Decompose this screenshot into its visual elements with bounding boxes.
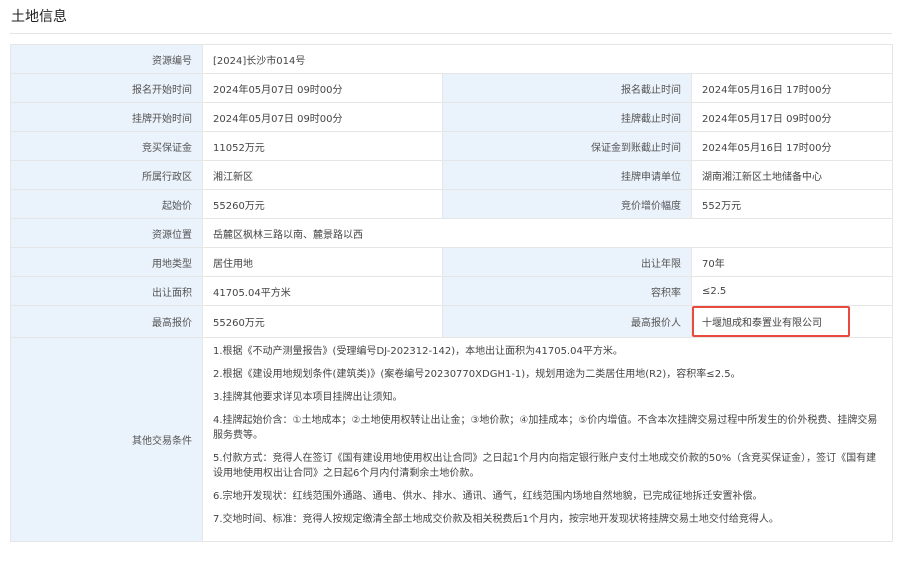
land-info-table: 资源编号 [2024]长沙市014号 报名开始时间 2024年05月07日 09… [10,44,893,542]
label-bid-deposit: 竞买保证金 [10,131,203,161]
label-location: 资源位置 [10,218,203,248]
value-applicant: 湖南湘江新区土地储备中心 [691,160,893,190]
table-row: 资源编号 [2024]长沙市014号 [10,44,893,74]
page-title: 土地信息 [11,9,67,25]
condition-note: 1.根据《不动产测量报告》(受理编号DJ-202312-142)，本地出让面积为… [213,346,623,357]
other-conditions-notes: 1.根据《不动产测量报告》(受理编号DJ-202312-142)，本地出让面积为… [202,337,893,542]
value-registration-start: 2024年05月07日 09时00分 [202,73,443,103]
label-listing-end: 挂牌截止时间 [442,102,692,132]
table-row: 其他交易条件 1.根据《不动产测量报告》(受理编号DJ-202312-142)，… [10,337,893,542]
value-highest-bid: 55260万元 [202,305,443,338]
value-deposit-deadline: 2024年05月16日 17时00分 [691,131,893,161]
condition-note: 7.交地时间、标准：竞得人按规定缴清全部土地成交价款及相关税费后1个月内，按宗地… [213,514,779,525]
value-bid-increment: 552万元 [691,189,893,219]
table-row: 起始价 55260万元 竞价增价幅度 552万元 [10,189,893,219]
label-deposit-deadline: 保证金到账截止时间 [442,131,692,161]
table-row: 最高报价 55260万元 最高报价人 十堰旭成和泰置业有限公司 [10,305,893,338]
value-district: 湘江新区 [202,160,443,190]
label-other-conditions: 其他交易条件 [10,337,203,542]
table-row: 挂牌开始时间 2024年05月07日 09时00分 挂牌截止时间 2024年05… [10,102,893,132]
value-listing-end: 2024年05月17日 09时00分 [691,102,893,132]
label-area: 出让面积 [10,276,203,306]
table-row: 报名开始时间 2024年05月07日 09时00分 报名截止时间 2024年05… [10,73,893,103]
label-resource-number: 资源编号 [10,44,203,74]
label-lease-term: 出让年限 [442,247,692,277]
table-row: 资源位置 岳麓区枫林三路以南、麓景路以西 [10,218,893,248]
condition-note: 4.挂牌起始价含：①土地成本；②土地使用权转让出让金；③地价款；④加挂成本；⑤价… [213,415,878,441]
highest-bidder-highlight: 十堰旭成和泰置业有限公司 [692,306,850,337]
condition-note: 2.根据《建设用地规划条件(建筑类)》(案卷编号20230770XDGH1-1)… [213,369,741,380]
table-row: 出让面积 41705.04平方米 容积率 ≤2.5 [10,276,893,306]
title-divider [10,33,892,34]
label-bid-increment: 竞价增价幅度 [442,189,692,219]
label-land-use: 用地类型 [10,247,203,277]
value-plot-ratio: ≤2.5 [691,276,893,306]
value-location: 岳麓区枫林三路以南、麓景路以西 [202,218,893,248]
condition-note: 5.付款方式：竞得人在签订《国有建设用地使用权出让合同》之日起1个月内向指定银行… [213,453,877,479]
value-starting-price: 55260万元 [202,189,443,219]
label-plot-ratio: 容积率 [442,276,692,306]
value-listing-start: 2024年05月07日 09时00分 [202,102,443,132]
value-resource-number: [2024]长沙市014号 [202,44,893,74]
condition-note: 6.宗地开发现状：红线范围外通路、通电、供水、排水、通讯、通气，红线范围内场地自… [213,491,763,502]
label-starting-price: 起始价 [10,189,203,219]
value-highest-bidder-cell: 十堰旭成和泰置业有限公司 [691,305,893,338]
value-registration-end: 2024年05月16日 17时00分 [691,73,893,103]
value-area: 41705.04平方米 [202,276,443,306]
label-district: 所属行政区 [10,160,203,190]
value-bid-deposit: 11052万元 [202,131,443,161]
label-applicant: 挂牌申请单位 [442,160,692,190]
label-highest-bid: 最高报价 [10,305,203,338]
value-lease-term: 70年 [691,247,893,277]
label-listing-start: 挂牌开始时间 [10,102,203,132]
condition-note: 3.挂牌其他要求详见本项目挂牌出让须知。 [213,392,403,403]
table-row: 竞买保证金 11052万元 保证金到账截止时间 2024年05月16日 17时0… [10,131,893,161]
label-registration-start: 报名开始时间 [10,73,203,103]
table-row: 所属行政区 湘江新区 挂牌申请单位 湖南湘江新区土地储备中心 [10,160,893,190]
label-highest-bidder: 最高报价人 [442,305,692,338]
table-row: 用地类型 居住用地 出让年限 70年 [10,247,893,277]
label-registration-end: 报名截止时间 [442,73,692,103]
value-land-use: 居住用地 [202,247,443,277]
